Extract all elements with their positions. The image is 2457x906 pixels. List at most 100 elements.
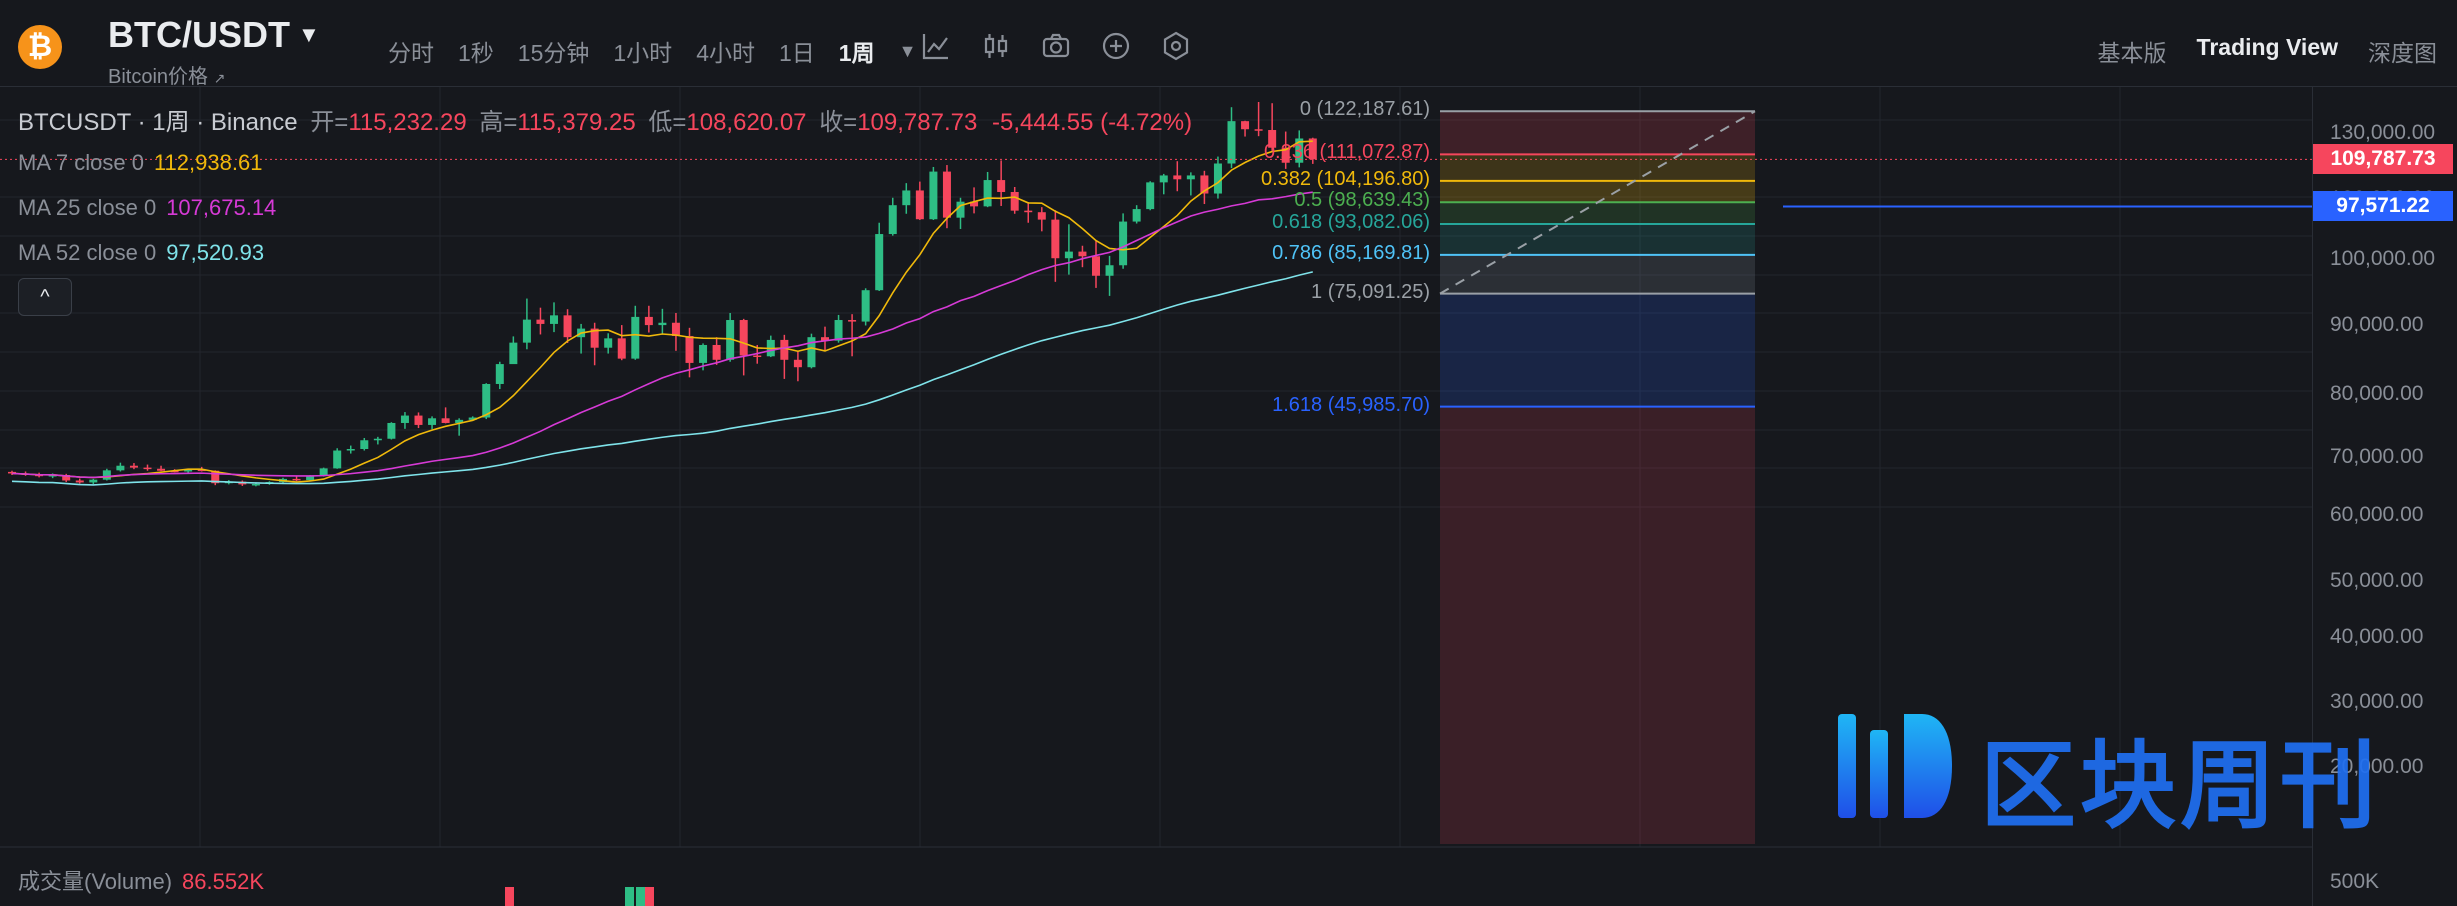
view-tab-basic[interactable]: 基本版 <box>2098 34 2167 68</box>
candle-body <box>1037 212 1046 220</box>
candle-body <box>644 316 653 326</box>
ma25-legend[interactable]: MA 25 close 0 107,675.14 <box>18 195 276 221</box>
chart-tools <box>920 30 1192 62</box>
fib-zone <box>1440 154 1755 181</box>
ma7-legend[interactable]: MA 7 close 0 112,938.61 <box>18 150 262 176</box>
candle-body <box>929 171 938 220</box>
candle-body <box>102 470 111 480</box>
ma52-legend[interactable]: MA 52 close 0 97,520.93 <box>18 240 264 266</box>
fib-level-label[interactable]: 0.618 (93,082.06) <box>1090 211 1430 234</box>
fib-level-label[interactable]: 0.236 (111,072.87) <box>1090 141 1430 164</box>
indicator-icon[interactable] <box>920 30 952 62</box>
candle-body <box>1105 265 1114 276</box>
candle-body <box>983 180 992 207</box>
settings-hex-icon[interactable] <box>1160 30 1192 62</box>
volume-bar <box>636 887 645 906</box>
candle-body <box>400 415 409 423</box>
candle-body <box>780 339 789 360</box>
candle-body <box>116 465 125 471</box>
add-icon[interactable] <box>1100 30 1132 62</box>
candle-body <box>75 480 84 483</box>
candle-body <box>793 359 802 368</box>
candle-body <box>753 355 762 358</box>
candle-body <box>997 180 1006 192</box>
watermark-logo-icon <box>1838 714 1952 818</box>
interval-tab[interactable]: 1小时 <box>613 34 672 68</box>
candle-body <box>387 422 396 439</box>
candle-body <box>292 478 301 481</box>
fib-level-label[interactable]: 0 (122,187.61) <box>1090 98 1430 121</box>
candle-body <box>915 190 924 220</box>
legend-high: 115,379.25 <box>517 109 636 136</box>
pair-dropdown-icon[interactable]: ▼ <box>298 22 320 48</box>
interval-tab-active[interactable]: 1周 <box>839 34 875 68</box>
candle-body <box>1078 251 1087 257</box>
price-axis-tick: 70,000.00 <box>2330 445 2424 468</box>
price-axis-tick: 90,000.00 <box>2330 313 2424 336</box>
candle-body <box>414 415 423 425</box>
candle-body <box>346 449 355 451</box>
volume-bar <box>645 887 654 906</box>
fib-zone <box>1440 180 1755 203</box>
candle-body <box>685 336 694 363</box>
candle-body <box>699 344 708 363</box>
interval-more-dropdown-icon[interactable]: ▼ <box>899 41 917 62</box>
volume-legend: 成交量(Volume) 86.552K <box>18 869 265 894</box>
price-axis-tick: 40,000.00 <box>2330 625 2424 648</box>
bitcoin-logo-icon: ₿ <box>18 25 62 69</box>
volume-bar <box>505 887 514 906</box>
candle-body <box>1064 251 1073 259</box>
fib-level-label[interactable]: 1 (75,091.25) <box>1090 281 1430 304</box>
candle-body <box>333 450 342 469</box>
interval-tab[interactable]: 4小时 <box>696 34 755 68</box>
candle-body <box>522 319 531 343</box>
candle-body <box>875 234 884 291</box>
candle-body <box>373 438 382 441</box>
candle-body <box>360 440 369 449</box>
candle-body <box>712 344 721 360</box>
candle-body <box>495 364 504 384</box>
legend-low: 108,620.07 <box>686 109 807 136</box>
fib-extension-zone <box>1440 406 1755 844</box>
candle-body <box>631 316 640 359</box>
view-tab-tradingview[interactable]: Trading View <box>2197 34 2338 68</box>
volume-bar <box>625 887 634 906</box>
candle-body <box>251 483 260 486</box>
candle-body <box>441 418 450 423</box>
interval-tab[interactable]: 分时 <box>388 34 434 68</box>
candle-body <box>1010 191 1019 211</box>
candle-body <box>888 205 897 235</box>
fib-zone <box>1440 202 1755 224</box>
price-axis-tick: 80,000.00 <box>2330 382 2424 405</box>
interval-tab[interactable]: 15分钟 <box>518 34 590 68</box>
candle-body <box>428 418 437 425</box>
ohlc-legend: BTCUSDT · 1周 · Binance 开=115,232.29 高=11… <box>18 109 1193 136</box>
fib-level-label[interactable]: 1.618 (45,985.70) <box>1090 394 1430 417</box>
candle-body <box>617 338 626 359</box>
candle-body <box>942 171 951 218</box>
view-tab-depth[interactable]: 深度图 <box>2368 34 2437 68</box>
interval-tab[interactable]: 1秒 <box>458 34 494 68</box>
candle-body <box>550 315 558 324</box>
candle-body <box>739 320 748 356</box>
collapse-legend-button[interactable]: ^ <box>18 278 72 316</box>
interval-tab[interactable]: 1日 <box>779 34 815 68</box>
fib-level-label[interactable]: 0.786 (85,169.81) <box>1090 242 1430 265</box>
current-price-tag: 109,787.73 <box>2313 144 2453 175</box>
candle-body <box>834 320 843 341</box>
watermark-text: 区块周刊 <box>1980 733 2380 840</box>
pair-title[interactable]: BTC/USDT <box>108 14 290 56</box>
candle-body <box>604 338 613 348</box>
candle-body <box>848 320 857 322</box>
candle-body <box>902 190 911 206</box>
candle-type-icon[interactable] <box>980 30 1012 62</box>
candle-body <box>1254 129 1263 131</box>
pair-subtitle-link[interactable]: Bitcoin价格 ↗ <box>108 60 225 89</box>
fib-level-label[interactable]: 0.382 (104,196.80) <box>1090 168 1430 191</box>
candle-body <box>129 465 138 468</box>
fib-level-label[interactable]: 0.5 (98,639.43) <box>1090 189 1430 212</box>
camera-icon[interactable] <box>1040 30 1072 62</box>
candle-body <box>861 290 870 322</box>
price-axis-tick: 500K <box>2330 870 2380 893</box>
fib-zone <box>1440 111 1755 155</box>
